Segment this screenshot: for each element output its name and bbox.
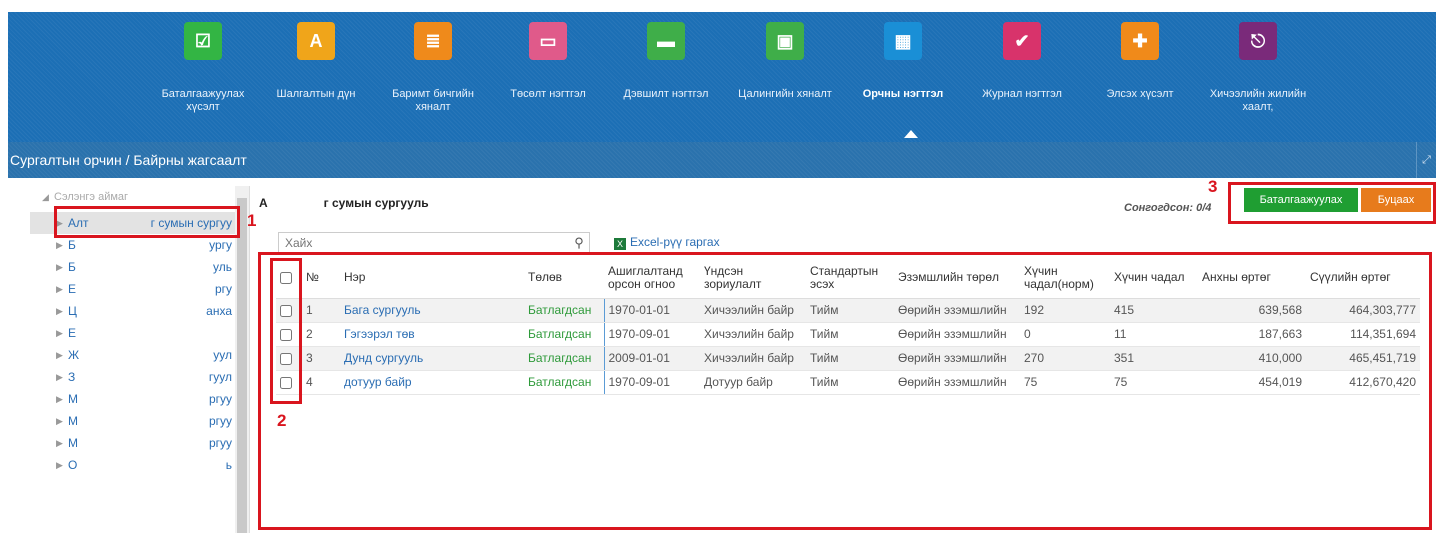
nav-item-salary-control[interactable]: ▣ Цалингийн хяналт <box>735 12 835 142</box>
nav-label: Баталгаажуулах хүсэлт <box>161 88 245 113</box>
tree-item-label-end: уль <box>213 260 232 274</box>
journal-icon: ✔ <box>1003 22 1041 60</box>
nav-label: Баримт бичгийн хяналт <box>392 88 474 113</box>
nav-item-school-year-close[interactable]: ⎋ Хичээлийн жилийн хаалт, <box>1208 12 1308 142</box>
nav-item-journal-summary[interactable]: ✔ Журнал нэгтгэл <box>972 12 1072 142</box>
tree-item[interactable]: ▶ Мргуу <box>30 432 236 454</box>
tree-item[interactable]: ▶ Ергу <box>30 278 236 300</box>
tree-root-label: Сэлэнгэ аймаг <box>54 191 129 203</box>
enroll-icon: ✚ <box>1121 22 1159 60</box>
building-icon: ▦ <box>884 22 922 60</box>
collapsed-arrow-icon[interactable]: ▶ <box>56 410 63 432</box>
nav-label: Дэвшилт нэгтгэл <box>623 88 709 100</box>
document-icon: ≣ <box>414 22 452 60</box>
tree-item-label-end: ргуу <box>208 414 232 428</box>
tree-item[interactable]: ▶ Е <box>30 322 236 344</box>
annotation-box-table <box>258 252 1432 530</box>
collapsed-arrow-icon[interactable]: ▶ <box>56 278 63 300</box>
nav-item-project-summary[interactable]: ▭ Төсөлт нэгтгэл <box>498 12 598 142</box>
approve-icon: ☑ <box>184 22 222 60</box>
search-icon[interactable]: ⚲ <box>569 232 589 254</box>
selected-count: Сонгогдсон: 0/4 <box>1124 202 1212 214</box>
nav-label: Төсөлт нэгтгэл <box>510 88 586 100</box>
nav-label: Хичээлийн жилийн хаалт, <box>1209 88 1307 113</box>
tree-item[interactable]: ▶ Оь <box>30 454 236 476</box>
collapsed-arrow-icon[interactable]: ▶ <box>56 344 63 366</box>
annotation-number-1: 1 <box>247 211 257 230</box>
tree-root[interactable]: ◢ Сэлэнгэ аймаг <box>30 186 236 208</box>
excel-export-label: Excel-рүү гаргах <box>630 235 720 249</box>
nav-item-promotion-summary[interactable]: ▬ Дэвшилт нэгтгэл <box>616 12 716 142</box>
tree-item-label: Ц <box>68 304 77 318</box>
collapsed-arrow-icon[interactable]: ▶ <box>56 300 63 322</box>
nav-item-exam-result[interactable]: A Шалгалтын дүн <box>266 12 366 142</box>
nav-item-approve-request[interactable]: ☑ Баталгаажуулах хүсэлт <box>153 12 253 142</box>
title-suffix: г сумын сургууль <box>323 196 429 210</box>
tree-item[interactable]: ▶ Буль <box>30 256 236 278</box>
tree-item[interactable]: ▶ Жуул <box>30 344 236 366</box>
exit-icon: ⎋ <box>1239 22 1277 60</box>
tree-item-label-end: ь <box>225 458 232 472</box>
nav-item-enroll-request[interactable]: ✚ Элсэх хүсэлт <box>1090 12 1190 142</box>
tree-item-label-end: уул <box>213 348 232 362</box>
annotation-box-1 <box>54 206 240 238</box>
collapsed-arrow-icon[interactable]: ▶ <box>56 256 63 278</box>
salary-icon: ▣ <box>766 22 804 60</box>
back-button[interactable]: Буцаах <box>1361 188 1431 212</box>
presentation-icon: ▭ <box>529 22 567 60</box>
search-input[interactable] <box>278 232 590 254</box>
tree-item-label: Ж <box>68 348 80 362</box>
tree-item-label: М <box>68 414 78 428</box>
nav-label: Шалгалтын дүн <box>276 88 356 100</box>
nav-item-document-control[interactable]: ≣ Баримт бичгийн хяналт <box>383 12 483 142</box>
expand-arrow-icon[interactable]: ◢ <box>42 186 49 208</box>
title-prefix: А <box>259 196 268 210</box>
tree-item[interactable]: ▶ Мргуу <box>30 388 236 410</box>
collapsed-arrow-icon[interactable]: ▶ <box>56 454 63 476</box>
tree-scrollbar-thumb[interactable] <box>237 198 247 533</box>
tree-item-label: О <box>68 458 78 472</box>
annotation-box-2 <box>270 258 302 404</box>
excel-icon: X <box>614 238 626 250</box>
tree-item-label: М <box>68 392 78 406</box>
nav-label: Орчны нэгтгэл <box>862 88 944 100</box>
collapsed-arrow-icon[interactable]: ▶ <box>56 432 63 454</box>
main-nav: ☑ Баталгаажуулах хүсэлт A Шалгалтын дүн … <box>8 12 1436 142</box>
annotation-number-3: 3 <box>1208 177 1218 196</box>
top-strip <box>0 0 1436 12</box>
tree-item[interactable]: ▶ Цанха <box>30 300 236 322</box>
tree-item-label: М <box>68 436 78 450</box>
promotion-icon: ▬ <box>647 22 685 60</box>
tree-item-label: Е <box>68 282 77 296</box>
page-title: Аг сумын сургууль <box>259 196 429 210</box>
excel-export-link[interactable]: X Excel-рүү гаргах <box>614 235 720 250</box>
school-tree: ◢ Сэлэнгэ аймаг ▶ Алт г сумын сургуу ▶ Бу… <box>30 186 250 533</box>
tree-item[interactable]: ▶ Мргуу <box>30 410 236 432</box>
breadcrumb: Сургалтын орчин / Байрны жагсаалт ⤢ <box>8 142 1436 178</box>
nav-item-environment-summary[interactable]: ▦ Орчны нэгтгэл <box>853 12 953 142</box>
collapsed-arrow-icon[interactable]: ▶ <box>56 322 63 344</box>
confirm-button[interactable]: Баталгаажуулах <box>1244 188 1358 212</box>
collapsed-arrow-icon[interactable]: ▶ <box>56 366 63 388</box>
tree-item-label: Е <box>68 326 77 340</box>
expand-icon[interactable]: ⤢ <box>1416 142 1436 178</box>
tree-item-label-end: анха <box>206 304 232 318</box>
nav-label: Цалингийн хяналт <box>738 88 832 100</box>
exam-result-icon: A <box>297 22 335 60</box>
nav-label: Журнал нэгтгэл <box>982 88 1062 100</box>
nav-label: Элсэх хүсэлт <box>1106 88 1174 100</box>
tree-item-label-end: ргуу <box>208 392 232 406</box>
tree-item[interactable]: ▶ Згуул <box>30 366 236 388</box>
tree-item-label-end: ргу <box>214 282 232 296</box>
tree-item-label-end: ргуу <box>208 436 232 450</box>
tree-item-label: З <box>68 370 76 384</box>
annotation-number-2: 2 <box>277 411 287 430</box>
breadcrumb-text: Сургалтын орчин / Байрны жагсаалт <box>10 152 247 168</box>
tree-item-label-end: гуул <box>208 370 232 384</box>
tree-item-label: Б <box>68 260 76 274</box>
tree-scrollbar[interactable] <box>235 186 249 533</box>
collapsed-arrow-icon[interactable]: ▶ <box>56 388 63 410</box>
active-indicator <box>904 130 918 138</box>
